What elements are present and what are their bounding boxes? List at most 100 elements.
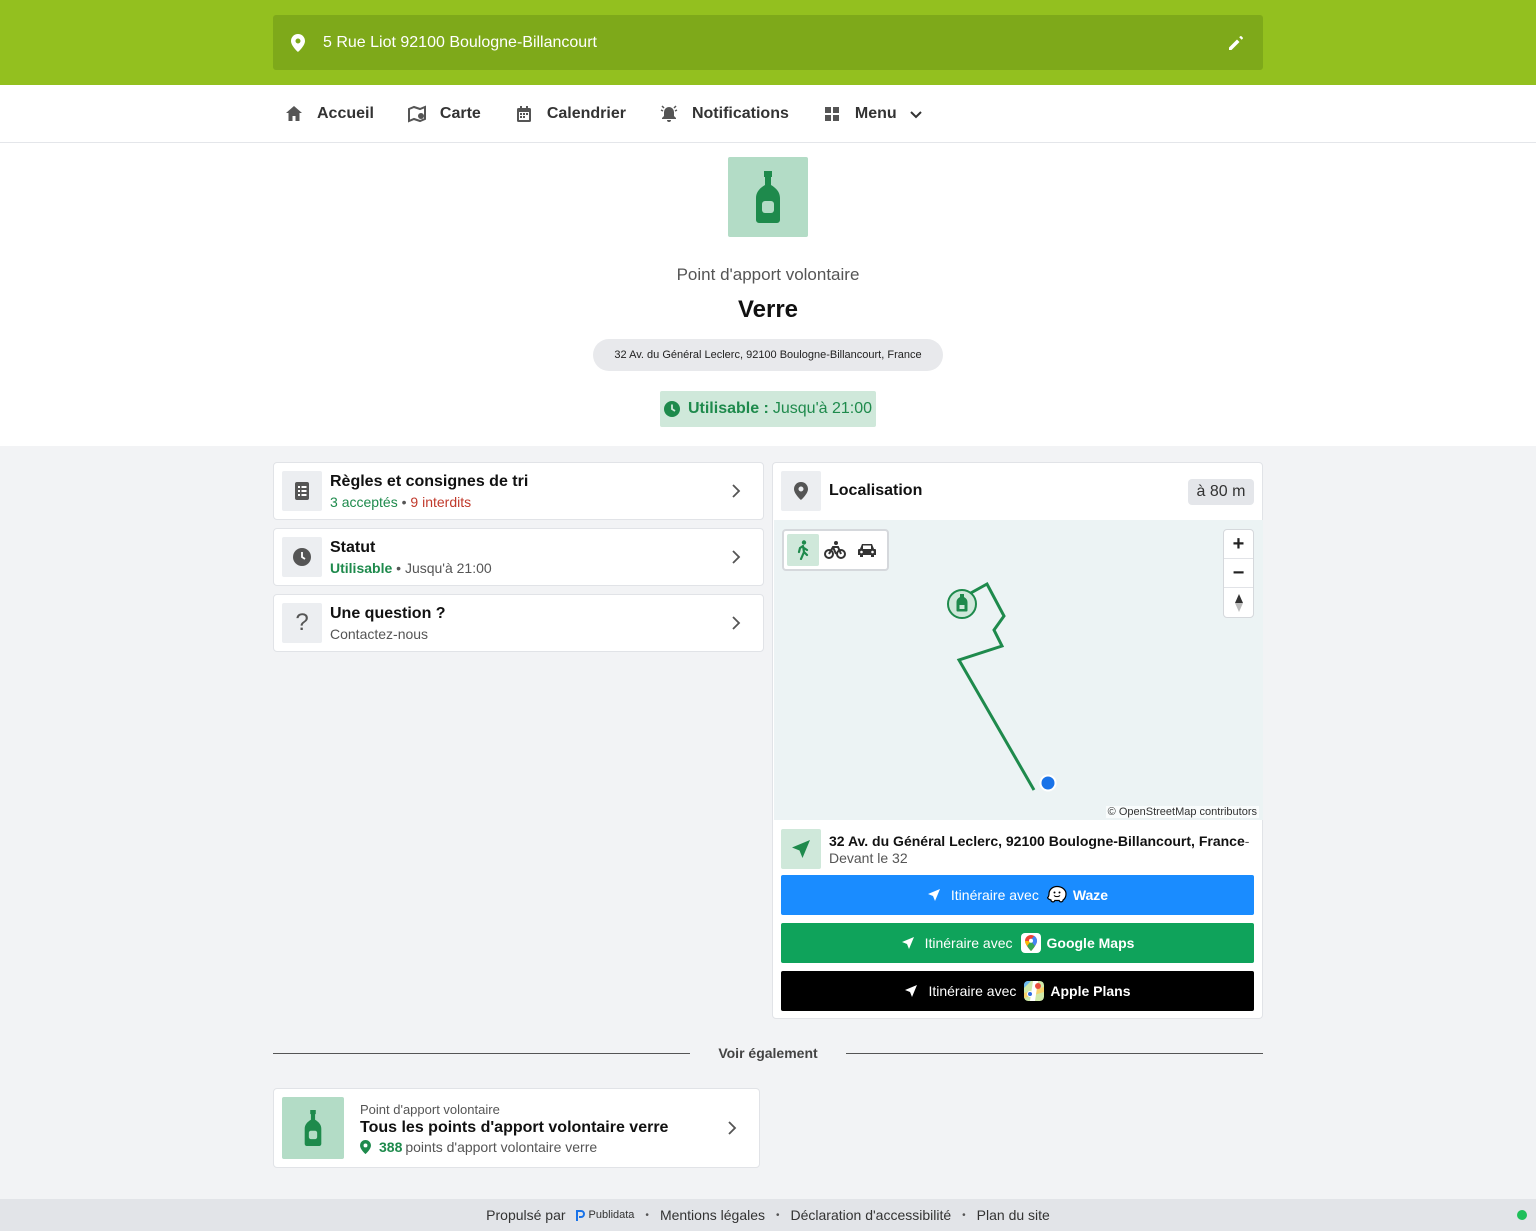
status-until: Jusqu'à 21:00: [404, 559, 492, 576]
location-address: 32 Av. du Général Leclerc, 92100 Boulogn…: [781, 829, 1249, 869]
edit-icon[interactable]: [1227, 34, 1245, 52]
question-card[interactable]: ? Une question ? Contactez-nous: [273, 594, 764, 652]
bike-mode-button[interactable]: [819, 534, 851, 566]
itinerary-prefix: Itinéraire avec: [950, 887, 1039, 903]
google-maps-label: Google Maps: [1046, 935, 1135, 951]
waze-logo-icon: [1046, 885, 1067, 905]
chevron-right-icon: [728, 1121, 737, 1135]
status-state: Utilisable: [330, 559, 393, 576]
location-address-main: 32 Av. du Général Leclerc, 92100 Boulogn…: [829, 833, 1249, 849]
rules-title: Règles et consignes de tri: [330, 472, 529, 490]
bell-icon: [660, 105, 678, 122]
accessibility-link[interactable]: Déclaration d'accessibilité: [791, 1207, 952, 1223]
distance-badge: à 80 m: [1188, 479, 1254, 505]
accepted-label: acceptés: [341, 493, 398, 510]
chevron-right-icon: [732, 550, 741, 564]
question-title: Une question ?: [330, 604, 446, 622]
main-nav: Accueil Carte Calendrier Notifications M…: [0, 85, 1536, 143]
walk-icon: [797, 540, 809, 560]
question-icon: ?: [282, 603, 322, 643]
points-count: 388: [379, 1138, 403, 1155]
waze-label: Waze: [1072, 887, 1109, 903]
nav-carte[interactable]: Carte: [407, 105, 481, 123]
top-bar: 5 Rue Liot 92100 Boulogne-Billancourt: [0, 0, 1536, 85]
car-icon: [858, 544, 876, 557]
google-maps-itinerary-button[interactable]: Itinéraire avec Google Maps: [781, 923, 1254, 963]
chevron-down-icon: [909, 111, 922, 119]
user-location-marker: [1039, 774, 1057, 792]
divider: [273, 1053, 690, 1054]
checklist-icon: [282, 471, 322, 511]
status-value: Jusqu'à 21:00: [772, 400, 873, 417]
address-suffix: -: [1244, 832, 1250, 849]
nav-accueil[interactable]: Accueil: [285, 105, 374, 123]
clock-icon: [282, 537, 322, 577]
clock-icon: [663, 401, 680, 417]
separator: •: [776, 1209, 780, 1221]
navigation-arrow-icon: [901, 937, 914, 949]
map-attribution[interactable]: © OpenStreetMap contributors: [1105, 806, 1259, 818]
see-also-heading: Voir également: [718, 1045, 818, 1061]
nav-label: Accueil: [317, 105, 374, 122]
publidata-label: Publidata: [588, 1209, 635, 1221]
google-maps-logo-icon: [1020, 933, 1041, 953]
status-card[interactable]: Statut Utilisable • Jusqu'à 21:00: [273, 528, 764, 586]
powered-by-label: Propulsé par: [486, 1207, 566, 1223]
points-count-label: points d'apport volontaire verre: [405, 1138, 598, 1155]
nav-menu[interactable]: Menu: [823, 105, 923, 123]
walk-mode-button[interactable]: [787, 534, 819, 566]
apple-plans-logo-icon: [1024, 981, 1045, 1001]
nav-label: Carte: [439, 105, 481, 122]
location-title: Localisation: [829, 482, 923, 499]
see-also-type: Point d'apport volontaire: [360, 1101, 500, 1117]
nav-notifications[interactable]: Notifications: [660, 105, 789, 123]
zoom-out-button[interactable]: −: [1224, 559, 1253, 588]
itinerary-prefix: Itinéraire avec: [928, 983, 1017, 999]
status-summary: Utilisable • Jusqu'à 21:00: [330, 559, 492, 576]
nav-label: Calendrier: [546, 105, 626, 122]
separator: •: [645, 1209, 649, 1221]
navigation-arrow-icon: [905, 985, 918, 997]
forbidden-count: 9: [410, 493, 419, 510]
bike-icon: [824, 541, 846, 559]
status-label: Utilisable :: [687, 400, 769, 417]
navigation-arrow-icon: [927, 889, 940, 901]
zoom-control: + −: [1223, 529, 1254, 618]
nav-calendrier[interactable]: Calendrier: [515, 105, 626, 123]
chevron-right-icon: [732, 484, 741, 498]
compass-button[interactable]: [1224, 588, 1253, 617]
status-indicator: [1517, 1210, 1527, 1220]
location-pin-icon: [360, 1139, 371, 1154]
apple-plans-itinerary-button[interactable]: Itinéraire avec Apple Plans: [781, 971, 1254, 1011]
separator: •: [962, 1209, 966, 1221]
address-bar[interactable]: 5 Rue Liot 92100 Boulogne-Billancourt: [273, 15, 1263, 70]
map-icon: [407, 105, 426, 123]
status-title: Statut: [330, 538, 376, 556]
destination-marker: [947, 589, 977, 619]
zoom-in-button[interactable]: +: [1224, 530, 1253, 559]
accepted-count: 3: [330, 493, 338, 510]
page-title: Verre: [737, 296, 799, 323]
legal-link[interactable]: Mentions légales: [660, 1207, 765, 1223]
map[interactable]: + − © OpenStreetMap contributors: [774, 520, 1263, 820]
compass-icon: [1234, 593, 1243, 612]
see-also-card[interactable]: Point d'apport volontaire Tous les point…: [273, 1088, 760, 1168]
apple-plans-label: Apple Plans: [1050, 983, 1131, 999]
address-text: 32 Av. du Général Leclerc, 92100 Boulogn…: [829, 832, 1245, 849]
car-mode-button[interactable]: [851, 534, 883, 566]
rules-card[interactable]: Règles et consignes de tri 3 acceptés • …: [273, 462, 764, 520]
status-badge: Utilisable : Jusqu'à 21:00: [660, 391, 876, 427]
hero-section: Point d'apport volontaire Verre 32 Av. d…: [0, 143, 1536, 446]
sitemap-link[interactable]: Plan du site: [977, 1207, 1050, 1223]
publidata-link[interactable]: Publidata: [575, 1209, 635, 1221]
location-pin-icon: [291, 33, 305, 52]
question-subtitle: Contactez-nous: [330, 625, 429, 642]
location-pin-icon: [781, 471, 821, 511]
point-type: Point d'apport volontaire: [676, 265, 860, 284]
transport-mode-selector: [782, 529, 889, 571]
navigation-arrow-icon: [781, 829, 821, 869]
rules-summary: 3 acceptés • 9 interdits: [330, 493, 472, 510]
forbidden-label: interdits: [422, 493, 472, 510]
waze-itinerary-button[interactable]: Itinéraire avec Waze: [781, 875, 1254, 915]
see-also-title: Tous les points d'apport volontaire verr…: [360, 1118, 669, 1136]
